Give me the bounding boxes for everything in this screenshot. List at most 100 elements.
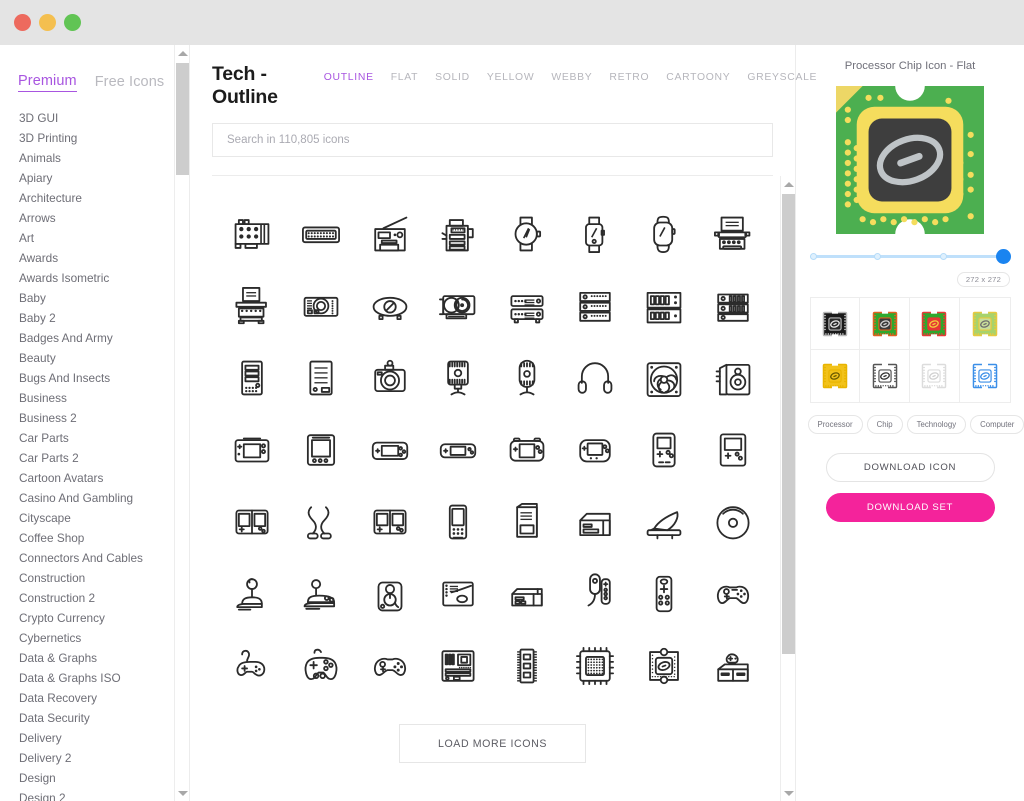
sidebar-item-data-recovery[interactable]: Data Recovery — [18, 688, 189, 708]
icon-cell-nintendo-ds-2-icon[interactable] — [355, 486, 424, 558]
slider-stop-2[interactable] — [873, 253, 881, 260]
minimize-button[interactable] — [39, 14, 56, 31]
icon-cell-wii-remote-icon[interactable] — [630, 558, 699, 630]
sidebar-item-cityscape[interactable]: Cityscape — [18, 508, 189, 528]
sidebar-item-connectors-and-cables[interactable]: Connectors And Cables — [18, 548, 189, 568]
sidebar-item-animals[interactable]: Animals — [18, 148, 189, 168]
variant-green[interactable] — [860, 298, 910, 350]
icon-cell-graphics-card-icon[interactable] — [424, 270, 493, 342]
sidebar-item-crypto-currency[interactable]: Crypto Currency — [18, 608, 189, 628]
icon-cell-handheld-slim-icon[interactable] — [424, 414, 493, 486]
icon-cell-handheld-dpad-icon[interactable] — [698, 414, 767, 486]
variant-blue[interactable] — [959, 350, 1010, 402]
icon-cell-wii-nunchuk-icon[interactable] — [561, 558, 630, 630]
icon-cell-condenser-mic-icon[interactable] — [493, 342, 562, 414]
icon-cell-xbox-pad-icon[interactable] — [355, 630, 424, 702]
tag-chip[interactable]: Chip — [866, 415, 903, 434]
sidebar-item-awards[interactable]: Awards — [18, 248, 189, 268]
icon-cell-vcr-icon[interactable] — [493, 558, 562, 630]
icon-cell-motherboard-icon[interactable] — [424, 630, 493, 702]
icon-cell-analog-watch-icon[interactable] — [493, 198, 562, 270]
sidebar-item-car-parts-2[interactable]: Car Parts 2 — [18, 448, 189, 468]
icon-cell-speaker-pair-icon[interactable] — [698, 342, 767, 414]
slider-knob[interactable] — [995, 249, 1011, 264]
icon-cell-typewriter-icon[interactable] — [698, 198, 767, 270]
grid-scroll-up-arrow[interactable] — [781, 176, 795, 192]
icon-cell-xbox-controller-icon[interactable] — [698, 558, 767, 630]
icon-cell-game-tablet-icon[interactable] — [287, 414, 356, 486]
icon-cell-wired-gamepad-icon[interactable] — [218, 630, 287, 702]
icon-cell-keyboard-icon[interactable] — [287, 198, 356, 270]
sidebar-item-data-security[interactable]: Data Security — [18, 708, 189, 728]
sidebar-scrollbar[interactable] — [174, 45, 189, 801]
icon-cell-arcade-stick-icon[interactable] — [355, 558, 424, 630]
size-slider[interactable] — [809, 249, 1011, 264]
style-tab-cartoony[interactable]: CARTOONY — [666, 72, 730, 83]
icon-cell-gameboy-icon[interactable] — [630, 414, 699, 486]
icon-cell-gramophone-icon[interactable] — [630, 486, 699, 558]
icon-cell-desktop-tower-icon[interactable] — [218, 342, 287, 414]
sidebar-item-cybernetics[interactable]: Cybernetics — [18, 628, 189, 648]
variant-yellow[interactable] — [810, 350, 861, 402]
sidebar-item-casino-and-gambling[interactable]: Casino And Gambling — [18, 488, 189, 508]
tag-technology[interactable]: Technology — [906, 415, 967, 434]
icon-cell-nintendo-ds-icon[interactable] — [218, 486, 287, 558]
icon-cell-projector-side-icon[interactable] — [355, 270, 424, 342]
sidebar-item-delivery[interactable]: Delivery — [18, 728, 189, 748]
sidebar-item-awards-isometric[interactable]: Awards Isometric — [18, 268, 189, 288]
tag-computer[interactable]: Computer — [970, 415, 1024, 434]
icon-cell-retro-handheld-icon[interactable] — [424, 486, 493, 558]
sidebar-scroll-down-arrow[interactable] — [175, 785, 190, 801]
icon-cell-radio-icon[interactable] — [355, 198, 424, 270]
slider-stop-3[interactable] — [940, 253, 948, 260]
icon-cell-expansion-card-icon[interactable] — [218, 198, 287, 270]
icon-cell-game-cartridge-icon[interactable] — [493, 486, 562, 558]
sidebar-item-3d-printing[interactable]: 3D Printing — [18, 128, 189, 148]
icon-cell-camera-icon[interactable] — [355, 342, 424, 414]
download-icon-button[interactable]: DOWNLOAD ICON — [825, 453, 995, 482]
icon-cell-rack-server-icon[interactable] — [561, 270, 630, 342]
style-tab-greyscale[interactable]: GREYSCALE — [747, 72, 817, 83]
variant-black[interactable] — [810, 298, 861, 350]
sidebar-item-design-2[interactable]: Design 2 — [18, 788, 189, 801]
icon-cell-joystick-icon[interactable] — [218, 558, 287, 630]
sidebar-item-delivery-2[interactable]: Delivery 2 — [18, 748, 189, 768]
icon-cell-server-stack-icon[interactable] — [493, 270, 562, 342]
sidebar-item-3d-gui[interactable]: 3D GUI — [18, 108, 189, 128]
icon-cell-pc-case-icon[interactable] — [287, 342, 356, 414]
sidebar-item-design[interactable]: Design — [18, 768, 189, 788]
style-tab-solid[interactable]: SOLID — [435, 72, 470, 83]
icon-cell-controller-cable-icon[interactable] — [287, 486, 356, 558]
sidebar-item-construction-2[interactable]: Construction 2 — [18, 588, 189, 608]
variant-red[interactable] — [910, 298, 960, 350]
variant-outline[interactable] — [860, 350, 910, 402]
sidebar-item-construction[interactable]: Construction — [18, 568, 189, 588]
icon-cell-motherboard-flat-icon[interactable] — [424, 558, 493, 630]
sidebar-scroll-up-arrow[interactable] — [175, 45, 190, 61]
sidebar-item-art[interactable]: Art — [18, 228, 189, 248]
sidebar-item-business-2[interactable]: Business 2 — [18, 408, 189, 428]
style-tab-yellow[interactable]: YELLOW — [487, 72, 535, 83]
icon-cell-psp-icon[interactable] — [355, 414, 424, 486]
style-tab-webby[interactable]: WEBBY — [551, 72, 592, 83]
sidebar-item-arrows[interactable]: Arrows — [18, 208, 189, 228]
icon-cell-studio-microphone-icon[interactable] — [424, 342, 493, 414]
close-button[interactable] — [14, 14, 31, 31]
icon-cell-headphones-icon[interactable] — [561, 342, 630, 414]
download-set-button[interactable]: DOWNLOAD SET — [825, 493, 995, 522]
sidebar-item-data-graphs-iso[interactable]: Data & Graphs ISO — [18, 668, 189, 688]
sidebar-item-beauty[interactable]: Beauty — [18, 348, 189, 368]
sidebar-scroll-thumb[interactable] — [176, 63, 189, 175]
icon-cell-smartwatch-icon[interactable] — [561, 198, 630, 270]
style-tab-outline[interactable]: OUTLINE — [324, 72, 374, 83]
icon-cell-projector-front-icon[interactable] — [287, 270, 356, 342]
icon-cell-game-console-icon[interactable] — [698, 630, 767, 702]
grid-scroll-thumb[interactable] — [782, 194, 795, 654]
icon-cell-server-unit-icon[interactable] — [698, 270, 767, 342]
slider-track[interactable] — [809, 255, 1011, 258]
sidebar-item-business[interactable]: Business — [18, 388, 189, 408]
sidebar-item-badges-and-army[interactable]: Badges And Army — [18, 328, 189, 348]
variant-greyscale[interactable] — [910, 350, 960, 402]
icon-cell-handheld-console-icon[interactable] — [218, 414, 287, 486]
icon-cell-processor-chip-icon[interactable] — [630, 630, 699, 702]
